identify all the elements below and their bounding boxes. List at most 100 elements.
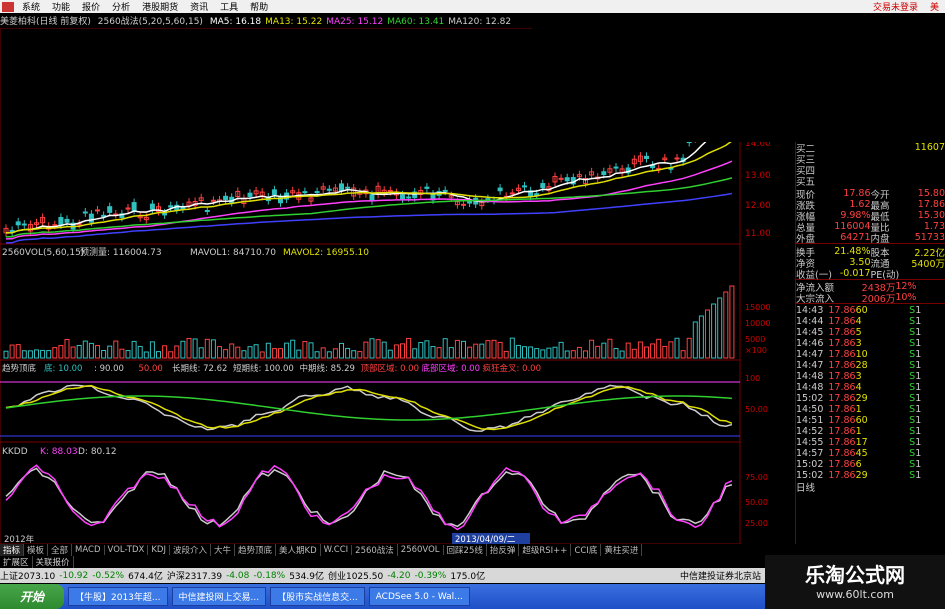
- tab-extension[interactable]: 扩展区: [0, 556, 33, 568]
- tick-row-cell: S: [909, 437, 916, 448]
- kdj-panel: [0, 441, 741, 544]
- candle-body: [95, 209, 100, 212]
- tick-row-cell: 1: [915, 404, 922, 415]
- volume-bar: [381, 341, 387, 359]
- tab-indicator[interactable]: 模板: [24, 544, 49, 556]
- tab-indicator[interactable]: 抬反弹: [487, 544, 520, 556]
- tab-indicator[interactable]: W.CCI: [321, 545, 353, 555]
- tab-indicator[interactable]: 2560战法: [352, 544, 398, 556]
- taskbar-item[interactable]: 【牛股】2013年超...: [68, 587, 168, 606]
- tab-indicator[interactable]: 指标: [0, 544, 25, 556]
- tick-row: 14:57 17.86 45 S 1: [796, 448, 945, 459]
- tick-row-cell: 14:46: [796, 338, 824, 349]
- volume-bar: [637, 341, 643, 359]
- volume-bar: [125, 350, 131, 359]
- volume-bar: [34, 349, 39, 359]
- tick-row-cell: 17.86: [828, 415, 856, 426]
- status-value: -4.08: [226, 570, 250, 581]
- tick-row-cell: S: [909, 360, 916, 371]
- ma-label: MA13: 15.22: [265, 17, 323, 27]
- volume-bar: [528, 346, 534, 359]
- taskbar-item[interactable]: 【股市实战信息交...: [270, 587, 365, 606]
- vol-tick-label: 10000: [745, 319, 770, 328]
- menu-news[interactable]: 资讯: [184, 0, 214, 13]
- tab-indicator[interactable]: CCI底: [571, 544, 602, 556]
- tab-indicator[interactable]: 超级RSI++: [519, 544, 572, 556]
- tab-indicator[interactable]: 波段介入: [170, 544, 211, 556]
- vol-tick-label: 15000: [745, 303, 770, 312]
- tab-indicator[interactable]: 大牛: [211, 544, 235, 556]
- tick-row-cell: 45: [855, 448, 868, 459]
- menu-function[interactable]: 功能: [46, 0, 76, 13]
- candle-body: [601, 171, 607, 176]
- tab-indicator[interactable]: 2560VOL: [398, 545, 444, 555]
- price-tick-label: 11.00: [745, 229, 771, 239]
- stat-row-cell: 15.30: [917, 210, 945, 221]
- tab-indicator[interactable]: 趋势顶底: [235, 544, 277, 556]
- bid-row-cell: 11607: [914, 142, 945, 153]
- candle-body: [345, 186, 351, 189]
- volume-bar: [156, 351, 161, 359]
- price-tick-label: 12.00: [745, 201, 771, 211]
- volume-bar: [9, 344, 15, 359]
- candle-body: [15, 221, 21, 226]
- tab-indicator[interactable]: 黄柱买进: [601, 544, 643, 556]
- volume-bar: [668, 341, 674, 359]
- volume-bar: [613, 348, 619, 359]
- tab-indicator[interactable]: 美人期KD: [276, 544, 321, 556]
- tick-row-cell: 1: [915, 426, 922, 437]
- tab-indicator[interactable]: KDJ: [148, 545, 170, 555]
- trade-login-status[interactable]: 交易未登录: [867, 0, 924, 13]
- menu-hk-futures[interactable]: 港股期货: [136, 0, 184, 13]
- kdj-tick-label: 25.00: [745, 519, 768, 528]
- stat-row-cell: 9.98%: [840, 210, 871, 221]
- candle-body: [314, 191, 320, 194]
- menu-analysis[interactable]: 分析: [106, 0, 136, 13]
- menu-tools[interactable]: 工具: [214, 0, 244, 13]
- menu-right-extra[interactable]: 美: [924, 0, 945, 13]
- volume-bar: [27, 350, 33, 359]
- volume-bar: [473, 343, 479, 359]
- volume-bar: [351, 350, 357, 359]
- tab-indicator[interactable]: MACD: [72, 545, 105, 555]
- status-value: 创业1025.50: [327, 572, 384, 582]
- taskbar-item[interactable]: ACDSee 5.0 - Wal...: [368, 587, 470, 606]
- stat-row-cell: 15.80: [917, 188, 945, 199]
- tick-row-cell: 17.86: [828, 338, 856, 349]
- tick-row-cell: 3: [855, 338, 862, 349]
- candle-body: [21, 223, 27, 226]
- tick-row-cell: 17.86: [828, 426, 856, 437]
- volume-bar: [107, 345, 113, 359]
- price-tick-label: 13.00: [745, 171, 771, 181]
- trend-label: 中期线: 85.29: [300, 363, 355, 374]
- volume-bar: [82, 340, 88, 359]
- volume-bar: [332, 348, 338, 359]
- tick-row-cell: 14:51: [796, 415, 824, 426]
- tab-indicator[interactable]: VOL-TDX: [105, 545, 149, 555]
- menu-help[interactable]: 帮助: [244, 0, 274, 13]
- tick-row-cell: 17.86: [828, 349, 856, 360]
- menu-system[interactable]: 系统: [16, 0, 46, 13]
- menu-quote[interactable]: 报价: [76, 0, 106, 13]
- volume-bar: [64, 339, 70, 359]
- volume-bar: [552, 346, 558, 359]
- candle-body: [424, 186, 430, 189]
- tick-row-cell: S: [909, 448, 916, 459]
- volume-bar: [101, 350, 107, 359]
- volume-bar: [412, 348, 418, 359]
- tick-row-cell: 17.86: [828, 327, 856, 338]
- volume-bar: [149, 341, 155, 359]
- tick-row: 14:55 17.86 17 S 1: [796, 437, 945, 448]
- vol-pred: 预测量: 116004.73: [80, 247, 162, 258]
- trend-label: : 90.00: [94, 364, 124, 374]
- candle-body: [271, 189, 277, 196]
- tick-row-cell: S: [909, 426, 916, 437]
- taskbar-item[interactable]: 中信建投网上交易...: [171, 587, 267, 606]
- candle-body: [247, 192, 253, 197]
- stat2-row-cell: 21.48%: [834, 246, 871, 257]
- tab-related-quote[interactable]: 关联报价: [33, 556, 74, 568]
- start-button[interactable]: 开始: [0, 584, 64, 609]
- volume-bar: [491, 339, 497, 359]
- tab-indicator[interactable]: 全部: [48, 544, 73, 556]
- tab-indicator[interactable]: 回踩25线: [444, 544, 487, 556]
